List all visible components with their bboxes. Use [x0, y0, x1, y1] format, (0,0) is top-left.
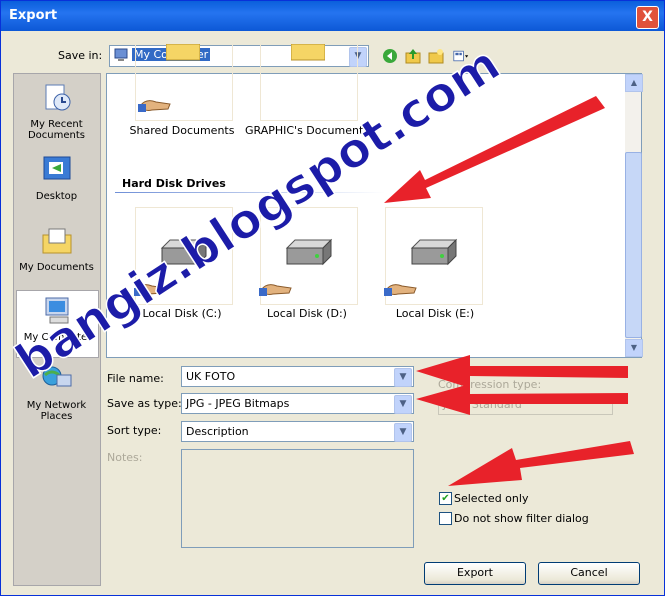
notes-textarea[interactable]: [181, 449, 414, 548]
chevron-down-icon[interactable]: ▼: [394, 368, 412, 387]
shared-documents-label: Shared Documents: [129, 124, 235, 137]
file-name-input[interactable]: UK FOTO ▼: [181, 366, 414, 387]
scroll-up-icon[interactable]: ▲: [625, 74, 643, 92]
place-label: My Documents: [19, 262, 94, 273]
drive-d-tile[interactable]: [259, 207, 358, 305]
place-my-recent-documents[interactable]: My Recent Documents: [16, 78, 97, 144]
places-bar: My Recent Documents Desktop My Documents…: [13, 73, 101, 586]
compression-type-value: JPEG Standard: [443, 398, 522, 411]
drive-d-label: Local Disk (D:): [267, 307, 347, 320]
drive-c-tile[interactable]: [134, 207, 233, 305]
folder-icon: [291, 44, 325, 61]
export-button[interactable]: Export: [424, 562, 526, 585]
close-button[interactable]: X: [636, 6, 659, 29]
sort-type-value: Description: [186, 425, 249, 438]
file-list-scrollbar[interactable]: ▲ ▼: [625, 74, 643, 357]
my-computer-icon: [45, 297, 68, 324]
new-folder-icon[interactable]: [428, 48, 444, 64]
title-bar[interactable]: Export X: [1, 1, 664, 31]
shared-hand-icon: [259, 284, 292, 296]
notes-label: Notes:: [107, 451, 143, 464]
hard-disk-icon: [285, 238, 333, 266]
place-desktop[interactable]: Desktop: [16, 150, 97, 216]
my-documents-icon: [42, 228, 71, 254]
selected-only-checkbox[interactable]: ✔: [439, 492, 452, 505]
save-as-type-dropdown[interactable]: JPG - JPEG Bitmaps ▼: [181, 393, 414, 414]
drive-e-tile[interactable]: [384, 207, 483, 305]
group-header: Hard Disk Drives: [122, 177, 226, 190]
recent-documents-icon: [45, 84, 70, 111]
place-label: My Computer: [23, 332, 92, 343]
scroll-thumb[interactable]: [625, 152, 642, 338]
shared-hand-icon: [384, 284, 417, 296]
do-not-show-filter-label: Do not show filter dialog: [454, 512, 589, 525]
file-list[interactable]: Shared Documents GRAPHIC's Documents Har…: [106, 44, 643, 358]
selected-only-label: Selected only: [454, 492, 529, 505]
place-my-documents[interactable]: My Documents: [16, 221, 97, 287]
up-folder-icon[interactable]: [405, 48, 421, 64]
computer-icon: [114, 48, 128, 61]
cancel-button[interactable]: Cancel: [538, 562, 640, 585]
chevron-down-icon[interactable]: ▼: [394, 395, 412, 414]
views-menu-icon[interactable]: [453, 48, 469, 64]
place-label: My Network Places: [26, 400, 87, 422]
drive-c-label: Local Disk (C:): [142, 307, 222, 320]
scroll-down-icon[interactable]: ▼: [625, 339, 643, 357]
file-name-value: UK FOTO: [186, 370, 236, 383]
save-in-label: Save in:: [58, 49, 103, 62]
window-title: Export: [9, 8, 58, 23]
place-label: My Recent Documents: [27, 119, 86, 141]
chevron-down-icon[interactable]: ▼: [394, 423, 412, 442]
file-name-label: File name:: [107, 372, 164, 385]
shared-documents-tile[interactable]: [135, 44, 233, 121]
save-as-type-label: Save as type:: [107, 397, 182, 410]
graphics-documents-label: GRAPHIC's Documents: [244, 124, 370, 137]
sort-type-dropdown[interactable]: Description ▼: [181, 421, 414, 442]
desktop-icon: [43, 156, 70, 180]
group-divider: [115, 192, 385, 193]
shared-hand-icon: [134, 284, 167, 296]
back-icon[interactable]: [382, 48, 398, 64]
do-not-show-filter-checkbox[interactable]: [439, 512, 452, 525]
folder-icon: [166, 44, 200, 61]
place-label: Desktop: [35, 191, 78, 202]
save-as-type-value: JPG - JPEG Bitmaps: [186, 397, 290, 410]
network-places-icon: [42, 366, 71, 387]
drive-e-label: Local Disk (E:): [395, 307, 475, 320]
sort-type-label: Sort type:: [107, 424, 162, 437]
hard-disk-icon: [410, 238, 458, 266]
graphics-documents-tile[interactable]: [260, 44, 358, 121]
compression-type-label: Compression type:: [438, 378, 542, 391]
shared-hand-icon: [138, 100, 171, 112]
place-my-network-places[interactable]: My Network Places: [16, 359, 97, 425]
hard-disk-icon: [160, 238, 208, 266]
place-my-computer[interactable]: My Computer: [16, 290, 99, 358]
compression-type-dropdown[interactable]: JPEG Standard: [438, 394, 613, 415]
export-dialog: Export X Save in: My Computer ▼ My Recen…: [0, 0, 665, 596]
